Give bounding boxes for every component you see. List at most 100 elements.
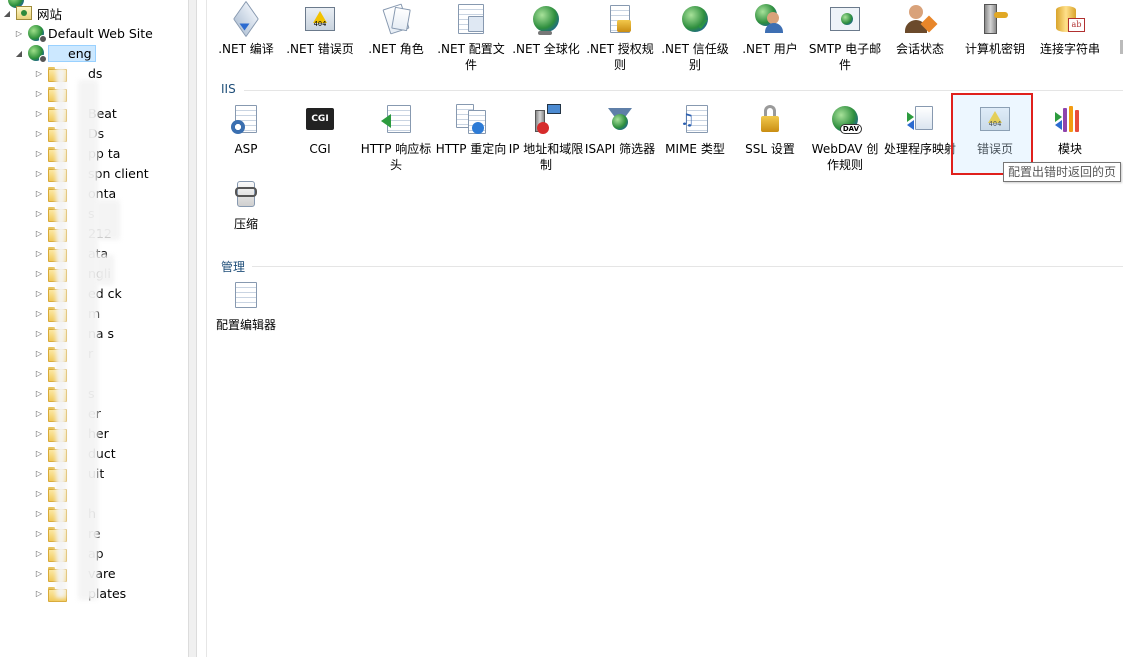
expand-icon[interactable]: ▷ <box>34 447 44 459</box>
feature-http-redirect[interactable]: HTTP 重定向 <box>433 102 509 157</box>
expand-icon[interactable]: ▷ <box>34 587 44 599</box>
feature-cgi[interactable]: CGI CGI <box>282 102 358 157</box>
expand-icon[interactable]: ▷ <box>34 227 44 239</box>
tooltip: 配置出错时返回的页 <box>1003 162 1122 182</box>
pane-splitter[interactable] <box>197 0 207 657</box>
ssl-settings-icon <box>753 102 787 136</box>
section-title-iis: IIS <box>221 82 236 96</box>
tree-folder-item[interactable]: ▷ vare <box>34 563 116 583</box>
modules-icon <box>1053 102 1087 136</box>
asp-icon <box>229 102 263 136</box>
tree-folder-item[interactable]: ▷ Beat <box>34 103 117 123</box>
feature-session-state[interactable]: 会话状态 <box>882 2 958 57</box>
feature-net-config-file[interactable]: .NET 配置文件 <box>433 2 509 73</box>
expand-icon[interactable]: ▷ <box>34 367 44 379</box>
expand-icon[interactable]: ▷ <box>34 547 44 559</box>
connections-tree: ◢ 网站 ▷ Default Web Site ◢ eng ▷ ds ▷ ▷ Beat ▷… <box>0 0 188 657</box>
expand-icon[interactable]: ▷ <box>34 287 44 299</box>
feature-handler-mappings[interactable]: 处理程序映射 <box>882 102 958 157</box>
handler-mappings-icon <box>903 102 937 136</box>
expand-icon[interactable]: ▷ <box>34 407 44 419</box>
expand-icon[interactable]: ▷ <box>34 107 44 119</box>
sites-folder-icon <box>16 6 32 20</box>
tree-item-label: Default Web Site <box>48 25 153 41</box>
tree-folder-item[interactable]: ▷ na s <box>34 323 114 343</box>
feature-compression[interactable]: 压缩 <box>208 177 284 232</box>
net-config-file-icon <box>454 2 488 36</box>
mime-types-icon: ♫ <box>678 102 712 136</box>
expand-icon[interactable]: ▷ <box>34 127 44 139</box>
compression-icon <box>229 177 263 211</box>
expand-icon[interactable]: ▷ <box>34 387 44 399</box>
feature-net-globalization[interactable]: .NET 全球化 <box>508 2 584 57</box>
feature-net-roles[interactable]: .NET 角色 <box>358 2 434 57</box>
net-error-pages-icon: 404 <box>303 2 337 36</box>
ip-domain-restrictions-icon <box>529 102 563 136</box>
website-globe-icon <box>28 45 47 63</box>
privacy-blur <box>96 255 114 285</box>
feature-config-editor[interactable]: 配置编辑器 <box>208 278 284 333</box>
expand-icon[interactable]: ▷ <box>34 527 44 539</box>
expand-icon[interactable]: ▷ <box>34 307 44 319</box>
section-divider <box>252 266 1123 267</box>
website-globe-icon <box>28 25 47 43</box>
net-roles-icon <box>379 2 413 36</box>
tree-item-sites[interactable]: ◢ 网站 <box>2 3 62 23</box>
expand-icon[interactable]: ▷ <box>34 487 44 499</box>
feature-smtp-email[interactable]: SMTP 电子邮件 <box>807 2 883 73</box>
feature-net-compile[interactable]: .NET 编译 <box>208 0 284 57</box>
expand-icon[interactable]: ▷ <box>34 247 44 259</box>
net-globalization-icon <box>529 2 563 36</box>
feature-asp[interactable]: ASP <box>208 102 284 157</box>
feature-ssl-settings[interactable]: SSL 设置 <box>732 102 808 157</box>
feature-mime-types[interactable]: ♫ MIME 类型 <box>657 102 733 157</box>
expand-icon[interactable]: ▷ <box>34 567 44 579</box>
http-redirect-icon <box>454 102 488 136</box>
feature-webdav-authoring[interactable]: DAV WebDAV 创作规则 <box>807 102 883 173</box>
expand-icon[interactable]: ▷ <box>34 87 44 99</box>
expand-icon[interactable]: ▷ <box>34 167 44 179</box>
net-compile-icon <box>229 0 263 38</box>
feature-isapi-filters[interactable]: ISAPI 筛选器 <box>582 102 658 157</box>
expand-icon[interactable]: ▷ <box>34 467 44 479</box>
expand-icon[interactable]: ▷ <box>34 147 44 159</box>
feature-net-authorization[interactable]: .NET 授权规则 <box>582 2 658 73</box>
expand-icon[interactable]: ▷ <box>34 427 44 439</box>
feature-net-trust-levels[interactable]: ✓ .NET 信任级别 <box>657 2 733 73</box>
net-trust-levels-icon: ✓ <box>678 2 712 36</box>
session-state-icon <box>903 2 938 36</box>
tree-item-default-site[interactable]: ▷ Default Web Site <box>14 23 153 43</box>
feature-ip-domain-restrictions[interactable]: IP 地址和域限制 <box>508 102 584 173</box>
privacy-blur <box>96 200 120 240</box>
tree-item-label: ds <box>88 65 103 81</box>
feature-net-users[interactable]: .NET 用户 <box>732 2 808 57</box>
tree-item-label: eng <box>48 44 96 62</box>
expand-icon[interactable]: ▷ <box>34 187 44 199</box>
expand-icon[interactable]: ▷ <box>34 327 44 339</box>
feature-http-response-headers[interactable]: HTTP 响应标头 <box>358 102 434 173</box>
expand-icon[interactable]: ▷ <box>34 207 44 219</box>
http-response-headers-icon <box>379 102 413 136</box>
config-editor-icon <box>229 278 263 312</box>
privacy-blur <box>78 80 98 600</box>
expand-icon[interactable]: ▷ <box>34 507 44 519</box>
section-divider <box>244 90 1123 91</box>
tree-folder-item[interactable]: ▷ duct <box>34 443 116 463</box>
collapse-icon[interactable]: ◢ <box>14 47 24 59</box>
collapse-icon[interactable]: ◢ <box>2 7 12 19</box>
feature-connection-strings[interactable]: ab 连接字符串 <box>1032 2 1108 57</box>
feature-net-error-pages[interactable]: 404 .NET 错误页 <box>282 2 358 57</box>
expand-icon[interactable]: ▷ <box>34 347 44 359</box>
feature-machine-key[interactable]: 计算机密钥 <box>957 2 1033 57</box>
net-authorization-icon <box>603 2 637 36</box>
expand-icon[interactable]: ▷ <box>34 67 44 79</box>
privacy-blur <box>56 68 66 598</box>
feature-modules[interactable]: 模块 <box>1032 102 1108 157</box>
section-title-manage: 管理 <box>221 260 246 274</box>
expand-icon[interactable]: ▷ <box>14 27 24 39</box>
tree-scrollbar[interactable] <box>188 0 197 657</box>
connection-strings-icon: ab <box>1053 2 1087 36</box>
expand-icon[interactable]: ▷ <box>34 267 44 279</box>
cgi-icon: CGI <box>303 102 337 136</box>
tree-item-selected-site[interactable]: ◢ eng <box>14 43 96 63</box>
